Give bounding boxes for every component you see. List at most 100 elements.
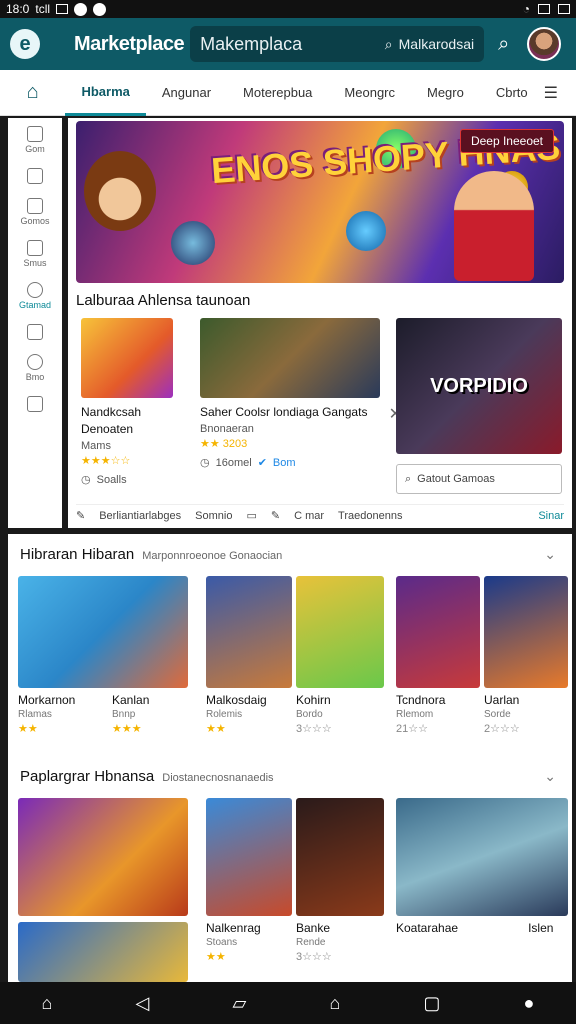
sidebar-item-calendar[interactable] (27, 168, 43, 184)
game-card[interactable]: Nandkcsah Denoaten Mams ★★★☆☆ ◷ Soalls (81, 318, 176, 486)
sidebar-label: Smus (23, 258, 47, 268)
chevron-down-icon[interactable]: ⌄ (544, 768, 556, 785)
rating-stars: ★★ 3203 (200, 438, 248, 450)
game-tile[interactable]: Malkosdaig Rolemis ★★ (206, 576, 292, 735)
search-input[interactable]: Makemplaca ⌕ Malkarodsai (190, 26, 485, 62)
game-tile[interactable]: Uarlan Sorde 2☆☆☆ (484, 576, 568, 735)
game-tile[interactable]: Morkarnon Rlamas ★★ (18, 576, 188, 735)
people-icon (26, 240, 43, 256)
app-logo-icon[interactable]: e (10, 29, 40, 59)
sidebar-item-chat[interactable]: Bmo (26, 354, 44, 382)
game-tile[interactable]: Kohirn Bordo 3☆☆☆ (296, 576, 384, 735)
check-icon (74, 2, 88, 16)
sidebar-item-games[interactable]: Gomos (20, 198, 50, 226)
rating-stars: ★★ (18, 723, 38, 735)
menu-icon[interactable]: ☰ (544, 83, 576, 103)
action-label[interactable]: C mar (294, 510, 324, 522)
game-search-input[interactable]: ⌕ Gatout Gamoas (396, 464, 562, 494)
game-thumbnail (18, 576, 188, 688)
sidebar-item-apps[interactable] (27, 396, 43, 412)
rating-stars: 3☆☆☆ (296, 723, 332, 735)
game-tile[interactable] (18, 798, 188, 982)
game-meta: Soalls (96, 473, 127, 486)
avatar[interactable] (527, 27, 562, 61)
section-subtitle: Marponnroeonoe Gonaocian (142, 550, 283, 562)
featured-action-row: ✎ Berliantiarlabges Somnio ▭ ✎ C mar Tra… (76, 504, 564, 522)
game-thumbnail (296, 576, 384, 688)
action-label[interactable]: Somnio (195, 510, 232, 522)
image-icon[interactable]: ▭ (246, 509, 256, 522)
rating-stars: ★★ (206, 723, 226, 735)
tab-0[interactable]: Hbarma (65, 70, 146, 116)
square-icon[interactable]: ▢ (423, 993, 440, 1014)
sidebar-item-gallery[interactable] (27, 324, 43, 340)
profile-icon[interactable]: ● (524, 993, 535, 1014)
home-icon[interactable]: ⌂ (0, 81, 65, 104)
tile-title: Tcndnora (396, 693, 446, 707)
tab-1[interactable]: Angunar (146, 70, 227, 116)
rating-stars: 3☆☆☆ (296, 951, 332, 963)
game-meta: 16omel (215, 456, 252, 469)
tile-subtitle: Rolemis (206, 709, 243, 720)
rating-stars: ★★★☆☆ (81, 455, 131, 467)
game-thumbnail (206, 576, 292, 688)
game-tile[interactable]: Tcndnora Rlemom 21☆☆ (396, 576, 480, 735)
search-icon: ⌕ (384, 35, 393, 52)
game-thumbnail (484, 576, 568, 688)
verified-icon: ✔ (257, 457, 267, 469)
action-label[interactable]: Traedonenns (338, 510, 402, 522)
game-card[interactable]: VORPIDIO (396, 318, 562, 454)
clock-text: 18:0 (6, 2, 30, 16)
clock-icon (26, 282, 43, 298)
home-outline-icon[interactable]: ⌂ (329, 993, 340, 1014)
section-title: Paplargrar Hbnansa (20, 768, 155, 785)
sidebar-item-recent[interactable]: Gtamad (19, 282, 51, 310)
edit-icon[interactable]: ✎ (271, 509, 280, 522)
sidebar-item-home[interactable]: Gom (25, 126, 45, 154)
sidebar-item-social[interactable]: Smus (23, 240, 47, 268)
home-icon (26, 126, 43, 142)
back-icon[interactable]: ◁ (136, 993, 150, 1014)
banner-cta-button[interactable]: Deep Ineeoet (459, 129, 554, 153)
featured-section-label: Lalburaa Ahlensa taunoan (76, 292, 251, 309)
search-query: Malkarodsai (398, 36, 475, 52)
edit-icon[interactable]: ✎ (76, 509, 85, 522)
home-icon[interactable]: ⌂ (42, 993, 53, 1014)
tile-subtitle: Rlemom (396, 709, 434, 720)
action-label[interactable]: Berliantiarlabges (99, 510, 181, 522)
sim-icon (538, 4, 550, 14)
hero-banner[interactable]: ENOS SHOPY HNAS Deep Ineeoet (76, 121, 564, 283)
featured-panel: ENOS SHOPY HNAS Deep Ineeoet Lalburaa Ah… (68, 118, 572, 528)
game-thumbnail (396, 798, 568, 916)
game-thumbnail (18, 922, 188, 982)
game-thumbnail (200, 318, 380, 398)
game-thumbnail (81, 318, 173, 398)
cube-icon[interactable]: ▱ (232, 993, 246, 1014)
ball-decoration (171, 221, 215, 265)
game-tile[interactable]: Koatarahae Islen (396, 798, 568, 935)
tile-title: Banke (296, 921, 331, 935)
tab-3[interactable]: Meongrc (328, 70, 411, 116)
tab-2[interactable]: Moterepbua (227, 70, 328, 116)
rating-stars: 2☆☆☆ (484, 723, 520, 735)
sidebar-label: Gom (25, 144, 45, 154)
tile-subtitle: Stoans (206, 937, 238, 948)
tab-4[interactable]: Megro (411, 70, 480, 116)
sidebar-label: Gtamad (18, 300, 51, 310)
action-label[interactable]: Sinar (538, 510, 564, 522)
game-card[interactable]: Saher Coolsr londiaga Gangats Bnonaeran … (200, 318, 402, 469)
game-tile[interactable]: Nalkenrag Stoans ★★ (206, 798, 292, 963)
search-button-icon[interactable]: ⌕ (498, 33, 509, 56)
tile-title: Kanlan (112, 693, 150, 707)
chevron-down-icon[interactable]: ⌄ (544, 546, 556, 563)
tab-5[interactable]: Cbrto (480, 70, 544, 116)
monitor-icon (26, 198, 43, 214)
sidebar: Gom Gomos Smus Gtamad Bmo (8, 118, 62, 528)
heart-icon (93, 2, 107, 16)
game-section: Hibraran Hibaran Marponnroeonoe Gonaocia… (8, 534, 572, 756)
game-thumbnail (18, 798, 188, 916)
game-tile[interactable]: Banke Rende 3☆☆☆ (296, 798, 384, 963)
tile-subtitle: Bordo (296, 709, 323, 720)
game-tile[interactable]: Kanlan Bnnp ★★★ (112, 688, 149, 735)
search-value: Makemplaca (200, 33, 303, 54)
